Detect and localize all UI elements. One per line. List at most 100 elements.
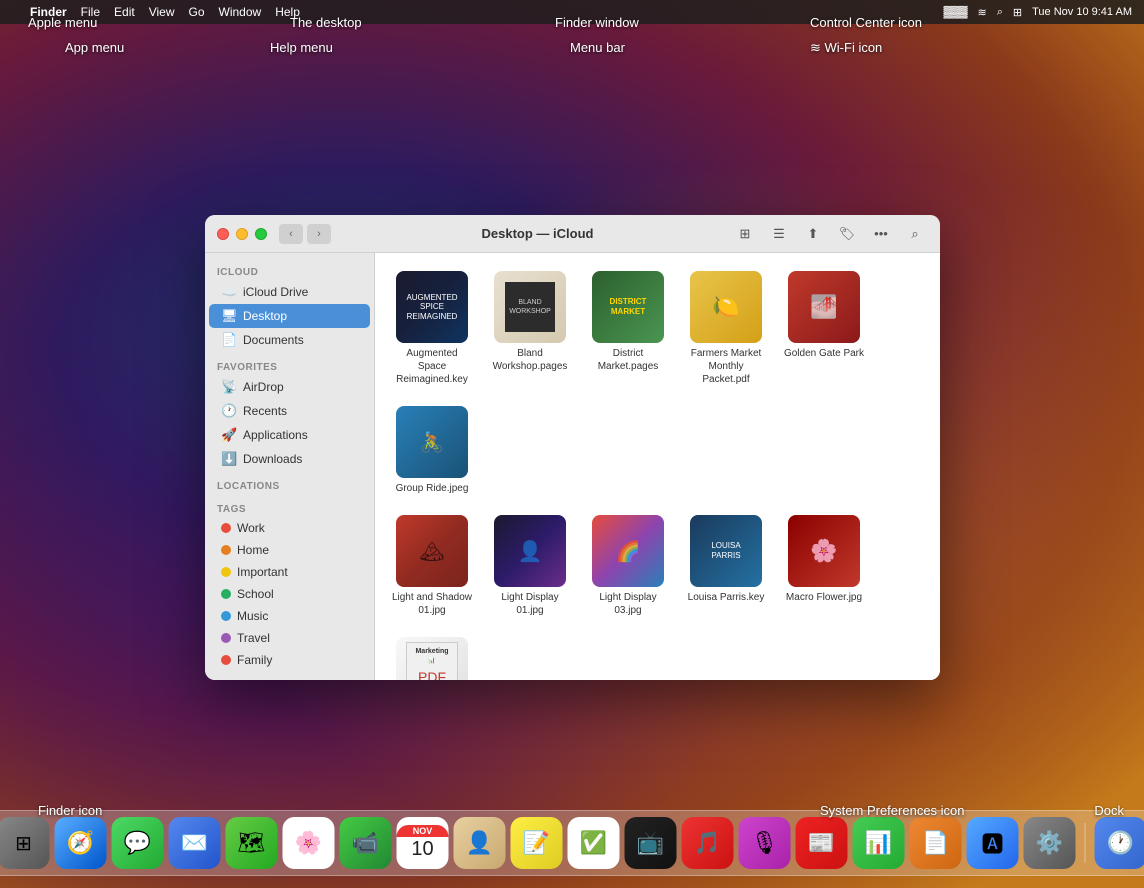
file-name-macro: Macro Flower.jpg [786,591,862,604]
date-time: Tue Nov 10 9:41 AM [1032,6,1132,18]
file-item-aug[interactable]: AUGMENTED SPICE REIMAGINED Augmented Spa… [387,265,477,392]
control-center-icon[interactable]: ⊞ [1013,6,1022,19]
menu-go[interactable]: Go [189,5,205,19]
back-button[interactable]: ‹ [279,224,303,244]
close-button[interactable] [217,228,229,240]
maximize-button[interactable] [255,228,267,240]
file-item-marketing[interactable]: Marketing 📊 PDF Marketing Plan.pdf [387,631,477,680]
file-item-louisa[interactable]: LOUISA PARRIS Louisa Parris.key [681,509,771,623]
file-thumb-marketing: Marketing 📊 PDF [396,637,468,680]
menu-view[interactable]: View [149,5,175,19]
sidebar-section-icloud: iCloud ☁️ iCloud Drive 🖥 Desktop 📄 Docum… [205,261,374,352]
sidebar-item-airdrop[interactable]: 📡 AirDrop [209,375,370,399]
tag-label-music: Music [237,609,268,623]
sidebar-item-tag-important[interactable]: Important [209,561,370,583]
file-thumb-macro: 🌸 [788,515,860,587]
search-button[interactable]: ⌕ [902,223,928,245]
sidebar-item-tag-travel[interactable]: Travel [209,627,370,649]
sidebar-header-favorites: Favorites [205,356,374,375]
sidebar-item-recents[interactable]: 🕐 Recents [209,399,370,423]
sidebar-section-favorites: Favorites 📡 AirDrop 🕐 Recents 🚀 Applicat… [205,356,374,471]
more-button[interactable]: ••• [868,223,894,245]
sidebar-item-icloud-drive[interactable]: ☁️ iCloud Drive [209,280,370,304]
file-thumb-light3: 🌈 [592,515,664,587]
dock-item-news[interactable]: 📰 [796,817,848,869]
sidebar: iCloud ☁️ iCloud Drive 🖥 Desktop 📄 Docum… [205,253,375,680]
sidebar-label-downloads: Downloads [243,452,302,466]
app-menu[interactable]: Finder [30,5,67,19]
file-item-light3[interactable]: 🌈 Light Display 03.jpg [583,509,673,623]
sidebar-item-desktop[interactable]: 🖥 Desktop [209,304,370,328]
menu-help[interactable]: Help [275,5,300,19]
tag-label-important: Important [237,565,288,579]
file-name-group: Group Ride.jpeg [396,482,469,495]
sidebar-item-tag-school[interactable]: School [209,583,370,605]
dock-item-numbers[interactable]: 📊 [853,817,905,869]
window-body: iCloud ☁️ iCloud Drive 🖥 Desktop 📄 Docum… [205,253,940,680]
traffic-lights [217,228,267,240]
finder-window: ‹ › Desktop — iCloud ⊞ ☰ ⬆ 🏷 ••• ⌕ iClou… [205,215,940,680]
dock-item-tv[interactable]: 📺 [625,817,677,869]
file-row-1: AUGMENTED SPICE REIMAGINED Augmented Spa… [387,265,928,501]
file-name-light3: Light Display 03.jpg [587,591,669,617]
file-item-light2[interactable]: 👤 Light Display 01.jpg [485,509,575,623]
menu-bar: Finder File Edit View Go Window Help ▓▓▓… [0,0,1144,24]
tag-dot-important [221,567,231,577]
file-item-farmers[interactable]: 🍋 Farmers Market Monthly Packet.pdf [681,265,771,392]
file-item-district[interactable]: DISTRICT MARKET District Market.pages [583,265,673,392]
file-item-group[interactable]: 🚴 Group Ride.jpeg [387,400,477,501]
minimize-button[interactable] [236,228,248,240]
tag-dot-home [221,545,231,555]
dock-item-reminders[interactable]: ✅ [568,817,620,869]
file-thumb-farmers: 🍋 [690,271,762,343]
dock-item-notes[interactable]: 📝 [511,817,563,869]
file-thumb-louisa: LOUISA PARRIS [690,515,762,587]
share-button[interactable]: ⬆ [800,223,826,245]
menu-file[interactable]: File [81,5,100,19]
dock-item-contacts[interactable]: 👤 [454,817,506,869]
dock-item-launchpad[interactable]: ⊞ [0,817,50,869]
file-item-light1[interactable]: 🏔 Light and Shadow 01.jpg [387,509,477,623]
sidebar-item-applications[interactable]: 🚀 Applications [209,423,370,447]
dock-item-photos[interactable]: 🌸 [283,817,335,869]
dock-item-messages[interactable]: 💬 [112,817,164,869]
sidebar-section-locations: Locations [205,475,374,494]
file-item-macro[interactable]: 🌸 Macro Flower.jpg [779,509,869,623]
search-icon[interactable]: ⌕ [997,6,1003,19]
dock-item-syspref[interactable]: ⚙️ [1024,817,1076,869]
file-item-bland[interactable]: BLAND WORKSHOP Bland Workshop.pages [485,265,575,392]
tag-label-home: Home [237,543,269,557]
view-list-button[interactable]: ☰ [766,223,792,245]
file-thumb-golden: 🌁 [788,271,860,343]
wifi-icon[interactable]: ≋ [978,6,987,19]
battery-icon: ▓▓▓ [943,6,967,18]
menu-window[interactable]: Window [219,5,262,19]
dock-item-mail[interactable]: ✉️ [169,817,221,869]
dock-item-podcasts[interactable]: 🎙 [739,817,791,869]
sidebar-section-tags: Tags Work Home Important School [205,498,374,671]
window-title: Desktop — iCloud [343,226,732,241]
airdrop-icon: 📡 [221,379,237,395]
dock-item-pages[interactable]: 📄 [910,817,962,869]
sidebar-item-tag-work[interactable]: Work [209,517,370,539]
dock-item-music[interactable]: 🎵 [682,817,734,869]
sidebar-item-tag-family[interactable]: Family [209,649,370,671]
dock-item-maps[interactable]: 🗺 [226,817,278,869]
file-name-light1: Light and Shadow 01.jpg [391,591,473,617]
sidebar-item-tag-music[interactable]: Music [209,605,370,627]
downloads-icon: ⬇️ [221,451,237,467]
menu-edit[interactable]: Edit [114,5,135,19]
dock-item-safari[interactable]: 🧭 [55,817,107,869]
sidebar-item-tag-home[interactable]: Home [209,539,370,561]
dock-item-appstore[interactable]: 🅰 [967,817,1019,869]
file-item-golden[interactable]: 🌁 Golden Gate Park [779,265,869,392]
file-thumb-light2: 👤 [494,515,566,587]
dock-item-facetime[interactable]: 📹 [340,817,392,869]
sidebar-item-documents[interactable]: 📄 Documents [209,328,370,352]
dock-item-screentime[interactable]: 🕐 [1095,817,1144,869]
view-icon-button[interactable]: ⊞ [732,223,758,245]
sidebar-item-downloads[interactable]: ⬇️ Downloads [209,447,370,471]
forward-button[interactable]: › [307,224,331,244]
tag-button[interactable]: 🏷 [834,223,860,245]
dock-item-calendar[interactable]: NOV 10 [397,817,449,869]
